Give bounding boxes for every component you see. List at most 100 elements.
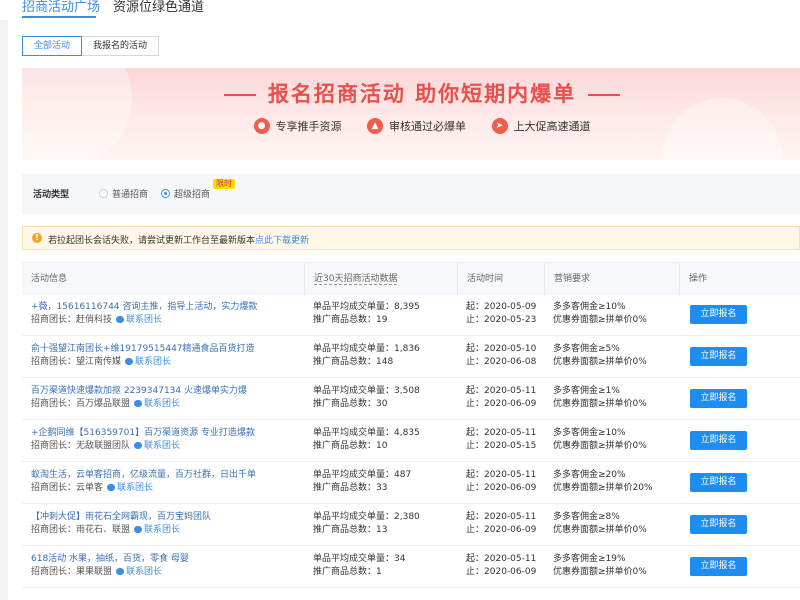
leader-line: 招商团长：望江南传媒 联系团长: [31, 356, 255, 369]
coupon-requirement: 优惠券面额≥拼单价0%: [553, 567, 647, 577]
leader-name: 云单客: [76, 483, 104, 493]
chat-icon: [134, 526, 143, 533]
feature-label: 专享推手资源: [275, 120, 342, 133]
radio-dot[interactable]: [99, 189, 108, 198]
activity-title-link[interactable]: +薇，15616116744 咨询主推，指导上活动，实力爆款: [31, 301, 257, 314]
total-prefix: 推广商品总数：: [313, 483, 377, 493]
end-prefix: 止：: [466, 441, 485, 451]
activity-title-link[interactable]: 618活动 水果，抽纸，百货，零食 母婴: [31, 553, 189, 566]
flame-icon: ▲: [367, 118, 383, 134]
apply-now-button[interactable]: 立即报名: [690, 389, 747, 408]
operation-cell: 立即报名: [679, 305, 747, 324]
total-products: 推广商品总数：1: [313, 566, 405, 579]
total-products: 推广商品总数：148: [313, 356, 420, 369]
stats-cell: 单品平均成交单量：3,508 推广商品总数：30: [304, 385, 420, 411]
tab-merchant-activity-square[interactable]: 招商活动广场: [22, 0, 100, 15]
contact-leader-link[interactable]: 联系团长: [125, 357, 171, 367]
total-value: 30: [376, 399, 388, 409]
end-value: 2020-05-15: [484, 441, 537, 451]
contact-leader-link[interactable]: 联系团长: [116, 315, 162, 325]
limited-time-badge: 限时: [213, 179, 235, 189]
contact-leader-link[interactable]: 联系团长: [134, 399, 180, 409]
title-dash-left: [223, 94, 256, 96]
header-marketing-requirements: 营销要求: [544, 263, 590, 295]
tab-resource-green-channel[interactable]: 资源位绿色通道: [113, 0, 204, 15]
time-cell: 起：2020-05-11 止：2020-06-09: [457, 553, 536, 579]
leader-name: 百万爆品联盟: [76, 399, 131, 409]
avg-orders: 单品平均成交单量：34: [313, 553, 405, 566]
stats-cell: 单品平均成交单量：34 推广商品总数：1: [304, 553, 405, 579]
radio-label: 超级招商: [174, 190, 211, 200]
activity-type-label: 活动类型: [33, 190, 70, 200]
radio-dot-selected[interactable]: [161, 189, 170, 198]
commission-requirement: 多多客佣金≥20%: [553, 470, 626, 480]
start-date: 起：2020-05-11: [466, 427, 536, 440]
total-products: 推广商品总数：19: [313, 314, 420, 327]
contact-label: 联系团长: [135, 357, 172, 367]
download-update-link[interactable]: 点此下载更新: [255, 236, 309, 246]
stats-cell: 单品平均成交单量：8,395 推广商品总数：19: [304, 301, 420, 327]
contact-leader-link[interactable]: 联系团长: [134, 441, 180, 451]
table-row: 618活动 水果，抽纸，百货，零食 母婴 招商团长：果果联盟 联系团长 单品平均成交单…: [22, 546, 800, 588]
leader-prefix: 招商团长：: [31, 315, 77, 325]
apply-now-button[interactable]: 立即报名: [690, 515, 747, 534]
end-value: 2020-06-08: [484, 357, 537, 367]
avg-value: 4,835: [394, 428, 420, 438]
apply-now-button[interactable]: 立即报名: [690, 347, 747, 366]
avg-prefix: 单品平均成交单量：: [313, 386, 395, 396]
start-value: 2020-05-11: [484, 470, 537, 480]
avg-value: 487: [394, 470, 412, 480]
avg-prefix: 单品平均成交单量：: [313, 344, 395, 354]
activity-table: 活动信息 近30天招商活动数据 活动时间 营销要求 操作 +薇，15616116…: [22, 262, 800, 588]
end-prefix: 止：: [466, 567, 485, 577]
table-body: +薇，15616116744 咨询主推，指导上活动，实力爆款 招商团长：赶俏科技联…: [22, 294, 800, 588]
end-date: 止：2020-06-09: [466, 566, 536, 579]
radio-normal-merchant[interactable]: 普通招商: [99, 187, 148, 200]
header-activity-info: 活动信息: [31, 274, 68, 284]
avg-prefix: 单品平均成交单量：: [313, 470, 395, 480]
subtab-all-activities[interactable]: 全部活动: [22, 36, 83, 56]
leader-prefix: 招商团长：: [31, 525, 77, 535]
leader-name: 赶俏科技: [76, 315, 113, 325]
radio-super-merchant[interactable]: 超级招商: [161, 187, 210, 200]
stats-cell: 单品平均成交单量：1,836 推广商品总数：148: [304, 343, 420, 369]
activity-title-link[interactable]: 蚁淘生活，云单客招商，亿级流量，百万社群，日出千单: [31, 469, 256, 482]
contact-label: 联系团长: [117, 483, 154, 493]
contact-leader-link[interactable]: 联系团长: [116, 567, 162, 577]
activity-title-link[interactable]: +企鹅同维【516359701】百万渠道资源 专业打造爆款: [31, 427, 255, 440]
contact-leader-link[interactable]: 联系团长: [134, 525, 180, 535]
feature-item: ▲ 审核通过必爆单: [367, 118, 466, 134]
requirements-cell: 多多客佣金≥20% 优惠券面额≥拼单价20%: [544, 469, 653, 495]
feature-label: 审核通过必爆单: [389, 120, 466, 133]
start-date: 起：2020-05-11: [466, 385, 536, 398]
activity-title-link[interactable]: 百万渠道快速爆款加抠 2239347134 火速爆单实力爆: [31, 385, 247, 398]
commission-requirement: 多多客佣金≥5%: [553, 344, 620, 354]
total-value: 148: [376, 357, 394, 367]
avg-value: 1,836: [394, 344, 420, 354]
avg-prefix: 单品平均成交单量：: [313, 302, 395, 312]
apply-now-button[interactable]: 立即报名: [690, 431, 747, 450]
main-content: 全部活动 我报名的活动 报名招商活动 助你短期内爆单 ● 专享推手资源 ▲ 审核通过…: [8, 20, 800, 600]
activity-title-link[interactable]: 俞十强望江南团长+维19179515447精通食品百货打造: [31, 343, 255, 356]
start-date: 起：2020-05-09: [466, 301, 536, 314]
coupon-requirement: 优惠券面额≥拼单价0%: [553, 357, 647, 367]
start-value: 2020-05-11: [484, 554, 537, 564]
contact-leader-link[interactable]: 联系团长: [107, 483, 153, 493]
activity-title-link[interactable]: 【冲刺大促】雨花石全网霸现，百万宝妈团队: [31, 511, 211, 524]
apply-now-button[interactable]: 立即报名: [690, 557, 747, 576]
start-prefix: 起：: [466, 554, 485, 564]
leader-name: 无敌联盟团队: [76, 441, 131, 451]
feature-item: ➤ 上大促高速通道: [491, 118, 591, 134]
operation-cell: 立即报名: [679, 389, 747, 408]
requirements-cell: 多多客佣金≥5% 优惠券面额≥拼单价0%: [544, 343, 647, 369]
coupon-requirement: 优惠券面额≥拼单价0%: [553, 525, 647, 535]
apply-now-button[interactable]: 立即报名: [690, 473, 747, 492]
subtab-my-registered[interactable]: 我报名的活动: [82, 36, 160, 56]
apply-now-button[interactable]: 立即报名: [690, 305, 747, 324]
end-prefix: 止：: [466, 357, 485, 367]
operation-cell: 立即报名: [679, 557, 747, 576]
start-prefix: 起：: [466, 302, 485, 312]
chat-icon: [116, 568, 125, 575]
banner-title-text: 报名招商活动 助你短期内爆单: [267, 82, 577, 106]
end-value: 2020-06-09: [484, 525, 537, 535]
